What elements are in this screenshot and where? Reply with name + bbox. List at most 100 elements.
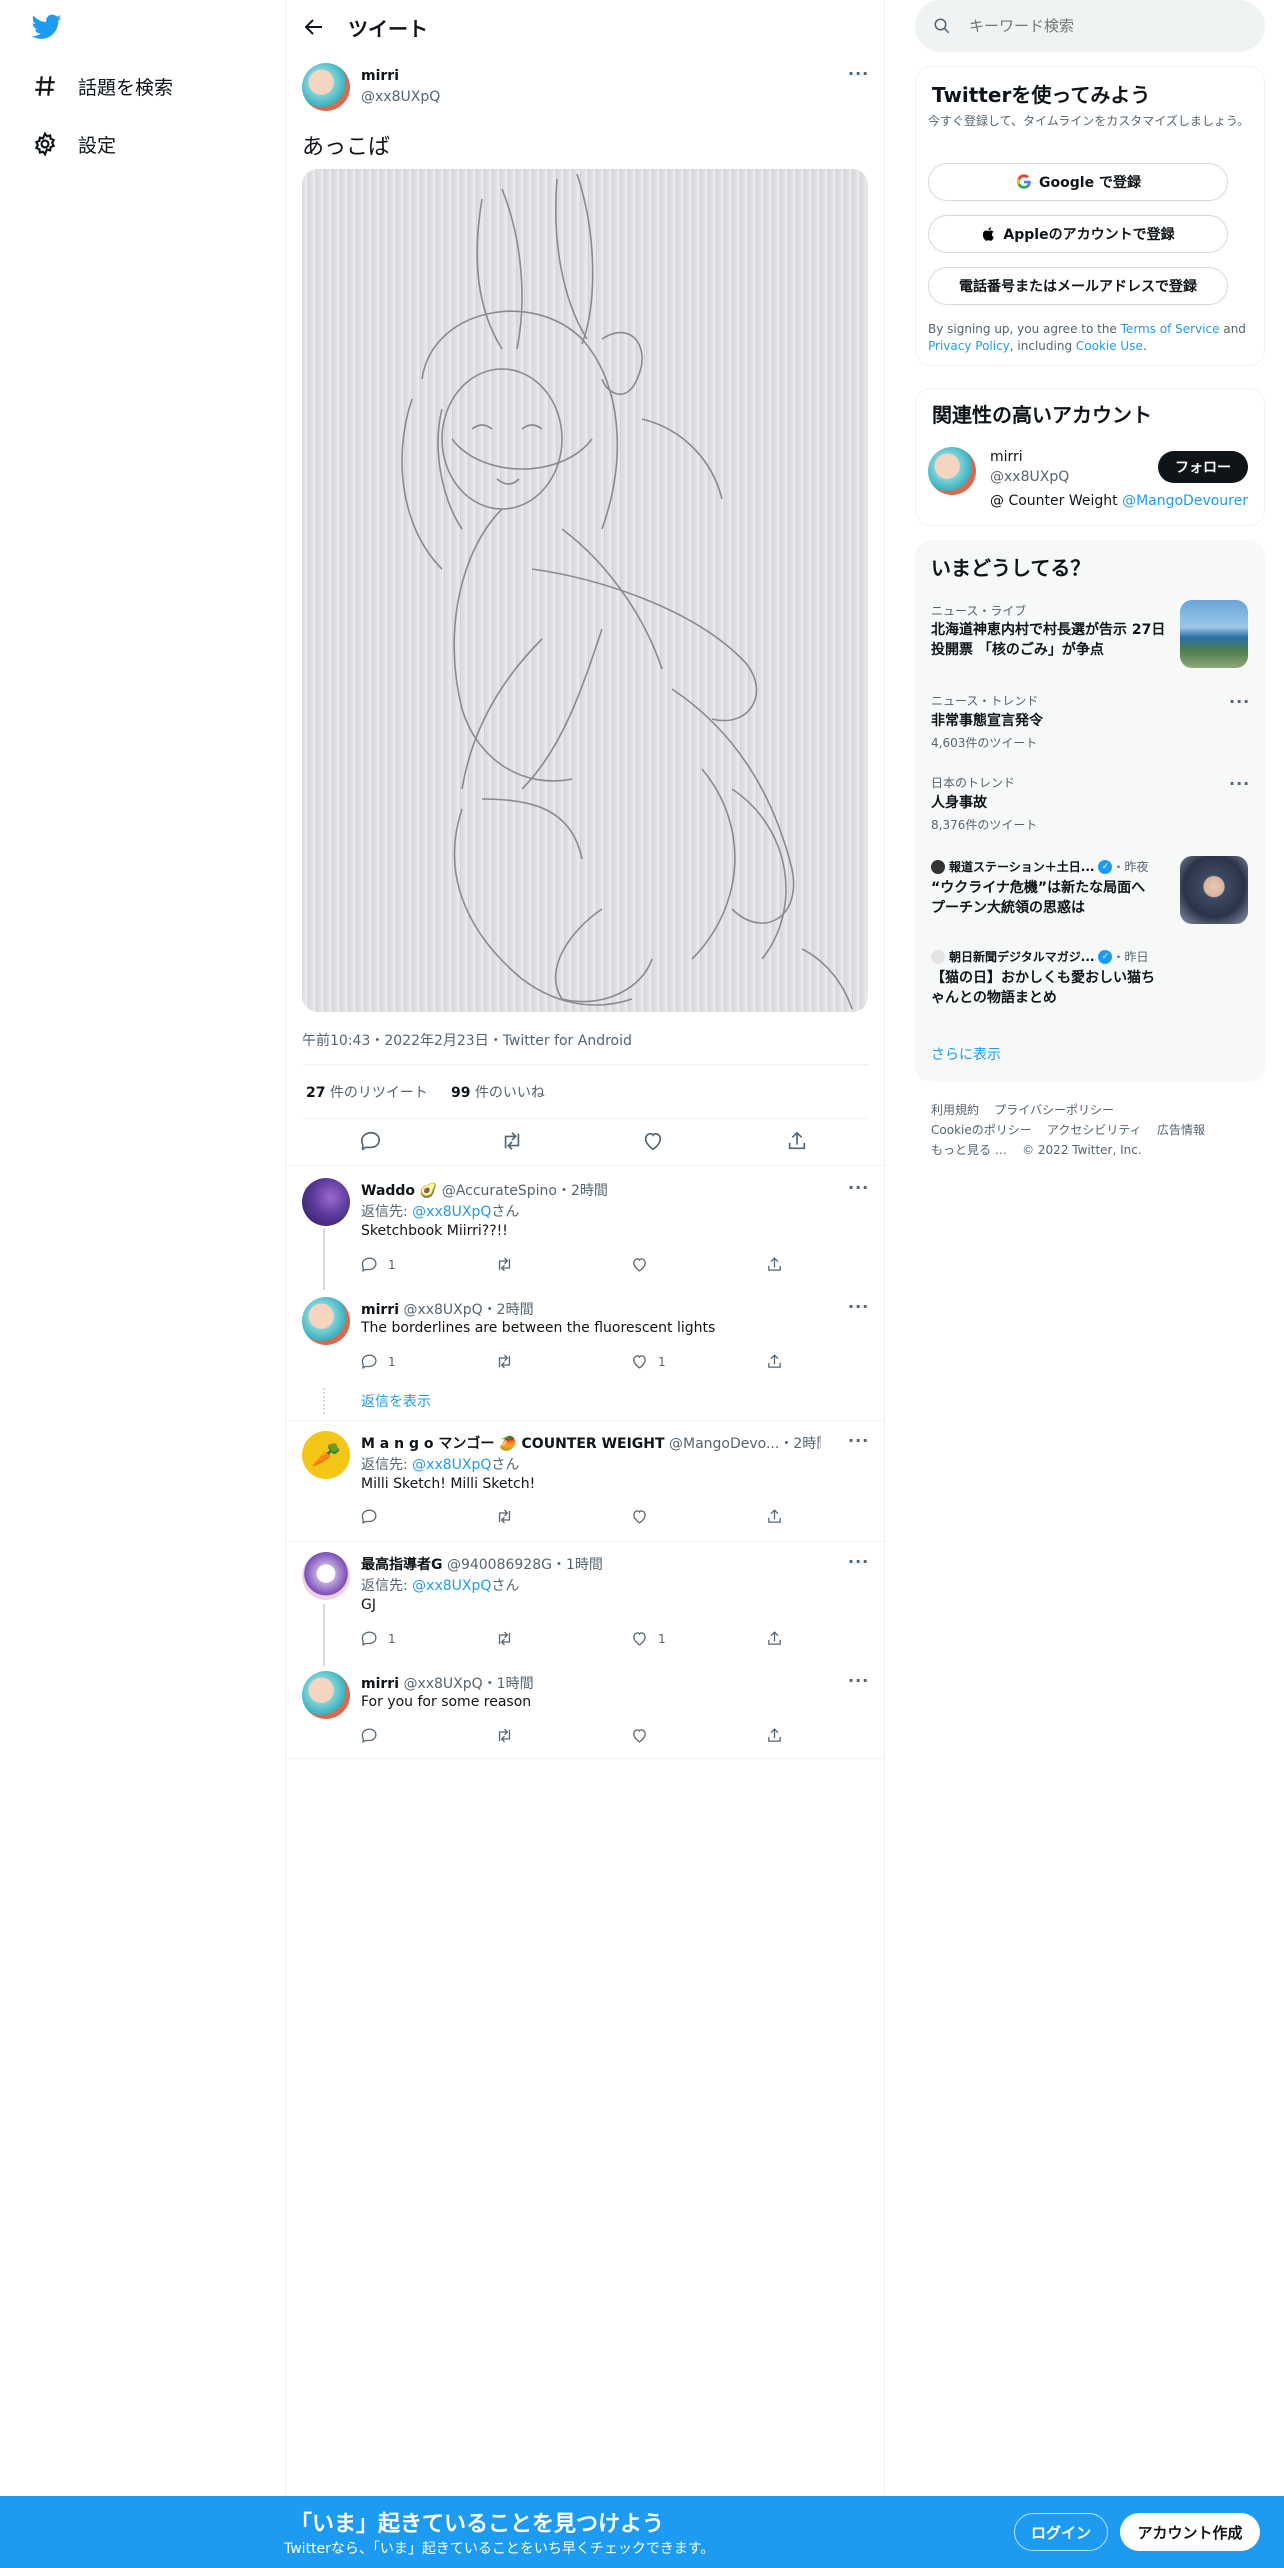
- author-handle[interactable]: @xx8UXpQ: [361, 89, 440, 105]
- reply-avatar[interactable]: [302, 1297, 350, 1345]
- reply-author-handle[interactable]: @AccurateSpino: [442, 1183, 557, 1199]
- reply-retweet-button[interactable]: [496, 1630, 631, 1647]
- reply-like-button[interactable]: [631, 1508, 766, 1525]
- reply-author-handle[interactable]: @xx8UXpQ: [403, 1302, 482, 1318]
- reply-avatar[interactable]: 🥕: [302, 1431, 350, 1479]
- reply-author-name[interactable]: Waddo 🥑: [361, 1183, 437, 1199]
- reply-reply-button[interactable]: 1: [361, 1256, 496, 1273]
- reply-time[interactable]: ・1時間: [552, 1557, 603, 1573]
- reply-share-button[interactable]: [766, 1630, 901, 1647]
- reply-header: mirri @xx8UXpQ・2時間: [361, 1299, 534, 1319]
- reply-retweet-button[interactable]: [496, 1353, 631, 1370]
- trend-category: ニュース・ライブ: [931, 604, 1027, 618]
- author-name[interactable]: mirri: [361, 68, 399, 84]
- reply-time[interactable]: ・1時間: [483, 1676, 534, 1692]
- footer-cookie-link[interactable]: Cookieのポリシー: [931, 1123, 1032, 1137]
- google-signup-button[interactable]: Google で登録: [928, 163, 1228, 201]
- reply-author-handle[interactable]: @MangoDevo...: [669, 1436, 779, 1452]
- more-options-icon[interactable]: ···: [1229, 692, 1250, 711]
- reply-share-button[interactable]: [766, 1727, 901, 1744]
- relevant-avatar[interactable]: [928, 447, 976, 495]
- nav-settings[interactable]: 設定: [32, 124, 116, 164]
- trend-item[interactable]: 報道ステーション＋土日... ✓ ・昨夜 “ウクライナ危機”は新たな局面へ プー…: [915, 852, 1265, 932]
- search-box[interactable]: [915, 0, 1265, 52]
- more-options-icon[interactable]: ···: [848, 1671, 869, 1690]
- author-avatar[interactable]: [302, 63, 350, 111]
- bottom-bar-subtitle: Twitterなら、「いま」起きていることをいち早くチェックできます。: [284, 2541, 715, 2557]
- footer-tos-link[interactable]: 利用規約: [931, 1103, 979, 1117]
- reply-share-button[interactable]: [766, 1508, 901, 1525]
- reply-reply-button[interactable]: 1: [361, 1630, 496, 1647]
- tweet-image[interactable]: [302, 169, 868, 1012]
- more-options-icon[interactable]: ···: [848, 1178, 869, 1197]
- more-options-icon[interactable]: ···: [848, 1552, 869, 1571]
- login-button[interactable]: ログイン: [1014, 2513, 1108, 2551]
- reply-author-name[interactable]: mirri: [361, 1676, 399, 1692]
- reply-retweet-button[interactable]: [496, 1256, 631, 1273]
- create-account-button[interactable]: アカウント作成: [1120, 2513, 1260, 2551]
- reply-like-button[interactable]: [631, 1727, 766, 1744]
- cookie-link[interactable]: Cookie Use: [1076, 339, 1143, 353]
- reply-time[interactable]: ・2時間: [779, 1436, 821, 1452]
- tweet-timestamp[interactable]: 午前10:43・2022年2月23日・Twitter for Android: [302, 1030, 632, 1050]
- apple-signup-button[interactable]: Appleのアカウントで登録: [928, 215, 1228, 253]
- like-count-link[interactable]: 99 件のいいね: [451, 1082, 545, 1102]
- thread-line: [323, 1604, 325, 1666]
- trend-title: 非常事態宣言発令: [931, 713, 1043, 729]
- reply-reply-button[interactable]: 1: [361, 1353, 496, 1370]
- nav-explore[interactable]: 話題を検索: [32, 66, 173, 106]
- like-icon[interactable]: [642, 1130, 664, 1152]
- retweet-count-link[interactable]: 27 件のリツイート: [306, 1082, 428, 1102]
- reply-author-handle[interactable]: @940086928G: [447, 1557, 552, 1573]
- reply-retweet-button[interactable]: [496, 1727, 631, 1744]
- reply-author-handle[interactable]: @xx8UXpQ: [403, 1676, 482, 1692]
- retweet-icon[interactable]: [500, 1130, 524, 1152]
- reply-icon[interactable]: [360, 1130, 382, 1152]
- reply-reply-button[interactable]: [361, 1727, 496, 1744]
- reply-time[interactable]: ・2時間: [483, 1302, 534, 1318]
- reply-like-button[interactable]: 1: [631, 1353, 766, 1370]
- follow-button[interactable]: フォロー: [1158, 451, 1248, 483]
- trend-item[interactable]: 朝日新聞デジタルマガジ... ✓ ・昨日 【猫の日】おかしくも愛おしい猫ちゃんと…: [915, 944, 1265, 1016]
- footer-more-link[interactable]: もっと見る …: [931, 1143, 1007, 1157]
- back-arrow-icon[interactable]: [302, 15, 326, 39]
- reply-reply-button[interactable]: [361, 1508, 496, 1525]
- trend-item[interactable]: ニュース・ライブ 北海道神恵内村で村長選が告示 27日投開票 「核のごみ」が争点: [915, 596, 1265, 676]
- more-options-icon[interactable]: ···: [848, 1297, 869, 1316]
- replying-to-link[interactable]: @xx8UXpQ: [412, 1204, 491, 1220]
- replying-to-link[interactable]: @xx8UXpQ: [412, 1457, 491, 1473]
- replying-to-suffix: さん: [491, 1457, 520, 1473]
- relevant-handle[interactable]: @xx8UXpQ: [990, 469, 1069, 485]
- footer-accessibility-link[interactable]: アクセシビリティ: [1047, 1123, 1142, 1137]
- reply-retweet-button[interactable]: [496, 1508, 631, 1525]
- reply-avatar[interactable]: [302, 1178, 350, 1226]
- reply-avatar[interactable]: [302, 1552, 350, 1600]
- reply-like-button[interactable]: 1: [631, 1630, 766, 1647]
- more-options-icon[interactable]: ···: [1229, 774, 1250, 793]
- trend-item[interactable]: 日本のトレンド 人身事故 8,376件のツイート ···: [915, 770, 1265, 840]
- reply-author-name[interactable]: mirri: [361, 1302, 399, 1318]
- terms-link[interactable]: Terms of Service: [1121, 322, 1220, 336]
- reply-avatar[interactable]: [302, 1671, 350, 1719]
- footer-privacy-link[interactable]: プライバシーポリシー: [994, 1103, 1114, 1117]
- more-options-icon[interactable]: ···: [848, 64, 869, 83]
- replying-to-link[interactable]: @xx8UXpQ: [412, 1578, 491, 1594]
- show-more-link[interactable]: さらに表示: [931, 1044, 1001, 1064]
- reply-author-name[interactable]: M a n g o マンゴー 🥭 COUNTER WEIGHT: [361, 1436, 665, 1452]
- twitter-logo-icon[interactable]: [31, 14, 62, 44]
- relevant-bio-link[interactable]: @MangoDevourer: [1122, 493, 1248, 509]
- more-options-icon[interactable]: ···: [848, 1431, 869, 1450]
- reply-like-button[interactable]: [631, 1256, 766, 1273]
- reply-author-name[interactable]: 最高指導者G: [361, 1557, 443, 1573]
- search-input[interactable]: [969, 17, 1229, 35]
- reply-share-button[interactable]: [766, 1353, 901, 1370]
- reply-share-button[interactable]: [766, 1256, 901, 1273]
- phone-email-signup-button[interactable]: 電話番号またはメールアドレスで登録: [928, 267, 1228, 305]
- privacy-link[interactable]: Privacy Policy: [928, 339, 1010, 353]
- relevant-name[interactable]: mirri: [990, 449, 1023, 465]
- footer-ads-link[interactable]: 広告情報: [1157, 1123, 1205, 1137]
- reply-time[interactable]: ・2時間: [557, 1183, 608, 1199]
- show-replies-link[interactable]: 返信を表示: [361, 1391, 431, 1411]
- share-icon[interactable]: [786, 1130, 808, 1152]
- trend-item[interactable]: ニュース・トレンド 非常事態宣言発令 4,603件のツイート ···: [915, 688, 1265, 758]
